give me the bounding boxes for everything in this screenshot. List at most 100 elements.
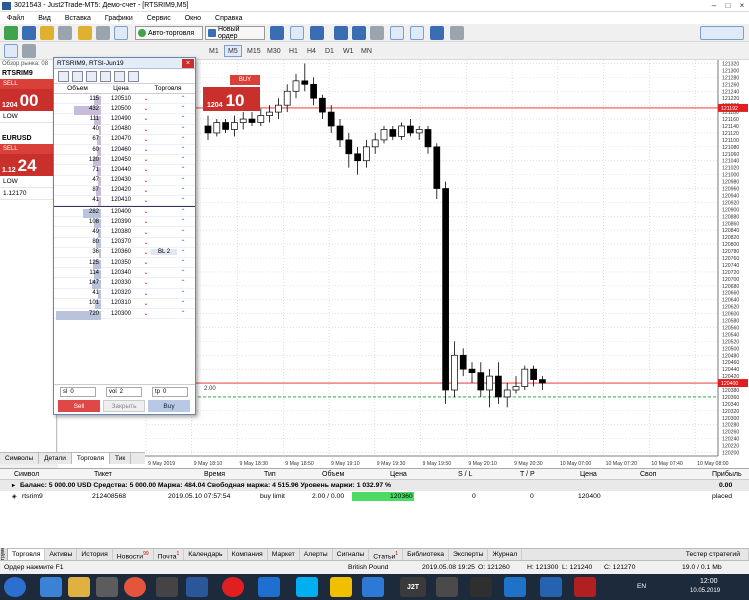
candle-body[interactable] — [380, 129, 388, 141]
terminal-tab[interactable]: Почта1 — [154, 549, 185, 560]
timeframe-w1[interactable]: W1 — [340, 45, 357, 57]
bar-chart-icon[interactable] — [270, 26, 284, 40]
windows-icon[interactable] — [258, 577, 280, 597]
bid-row[interactable]: 147 120330 ⌄ ⌃ — [54, 278, 195, 289]
candle-body[interactable] — [257, 115, 265, 123]
chevron-up-icon[interactable]: ⌃ — [177, 208, 189, 215]
sell-price[interactable]: 1.12 24 — [0, 154, 56, 176]
candle-body[interactable] — [486, 375, 493, 391]
candle-body[interactable] — [345, 139, 353, 155]
candle-body[interactable] — [424, 129, 432, 148]
close-position-button[interactable]: Закрыть — [103, 400, 145, 412]
chevron-down-icon[interactable]: ⌄ — [141, 95, 151, 102]
templates-icon[interactable] — [450, 26, 464, 40]
new-chart-icon[interactable] — [4, 26, 18, 40]
chevron-up-icon[interactable]: ⌃ — [177, 279, 189, 286]
chevron-down-icon[interactable]: ⌄ — [141, 197, 151, 204]
bid-row[interactable]: 36 120360 ⌄ BL 2 ⌃ — [54, 248, 195, 259]
bid-row[interactable]: 108 120390 ⌄ ⌃ — [54, 217, 195, 228]
start-icon[interactable] — [4, 577, 26, 597]
bid-row[interactable]: 49 120380 ⌄ ⌃ — [54, 227, 195, 239]
app-icon[interactable] — [504, 577, 526, 597]
candle-body[interactable] — [283, 90, 291, 106]
maximize-icon[interactable]: □ — [721, 1, 735, 10]
candle-body[interactable] — [442, 188, 449, 391]
auto-scroll-icon[interactable] — [390, 26, 404, 40]
collapse-icon[interactable]: ▸ — [12, 482, 15, 489]
candle-body[interactable] — [530, 368, 537, 380]
ask-row[interactable]: 41 120410 ⌄ ⌃ — [54, 196, 195, 207]
data-window-icon[interactable] — [78, 26, 92, 40]
chart-shift-icon[interactable] — [410, 26, 424, 40]
terminal-tab[interactable]: Календарь — [184, 549, 228, 560]
chevron-up-icon[interactable]: ⌃ — [177, 146, 189, 153]
chevron-down-icon[interactable]: ⌄ — [141, 310, 151, 317]
chevron-down-icon[interactable]: ⌄ — [141, 290, 151, 297]
symbol-name[interactable]: EURUSD — [0, 133, 56, 144]
tile-windows-icon[interactable] — [370, 26, 384, 40]
chevron-down-icon[interactable]: ⌄ — [141, 156, 151, 163]
ask-row[interactable]: 71 120440 ⌄ ⌃ — [54, 165, 195, 176]
app-icon[interactable] — [156, 577, 178, 597]
order-row[interactable]: ◈ rtsrim9 212408568 2019.05.10 07:57:54 … — [0, 491, 749, 502]
clock-time[interactable]: 12:00 — [700, 578, 718, 585]
tab-details[interactable]: Детали — [39, 453, 72, 464]
line-chart-icon[interactable] — [310, 26, 324, 40]
market-watch-icon[interactable] — [40, 26, 54, 40]
chevron-down-icon[interactable]: ⌄ — [141, 229, 151, 236]
tp-field[interactable]: tp 0 — [152, 387, 188, 397]
candle-body[interactable] — [327, 111, 335, 127]
candle-body[interactable] — [398, 125, 405, 137]
chevron-down-icon[interactable]: ⌄ — [141, 187, 151, 194]
chevron-up-icon[interactable]: ⌃ — [177, 105, 189, 112]
close-icon[interactable]: × — [735, 1, 749, 10]
candle-body[interactable] — [319, 97, 326, 113]
chevron-up-icon[interactable]: ⌃ — [177, 187, 189, 194]
candle-body[interactable] — [292, 80, 300, 92]
candle-body[interactable] — [521, 368, 529, 387]
chevron-up-icon[interactable]: ⌃ — [177, 126, 189, 133]
chevron-up-icon[interactable]: ⌃ — [177, 269, 189, 276]
terminal-tab[interactable]: Сигналы — [333, 549, 370, 560]
chevron-down-icon[interactable]: ⌄ — [141, 259, 151, 266]
bid-row[interactable]: 125 120350 ⌄ ⌃ — [54, 258, 195, 269]
sell-icon[interactable] — [72, 70, 83, 82]
menu-item-window[interactable]: Окно — [178, 15, 208, 22]
timeframe-m15[interactable]: M15 — [244, 45, 264, 57]
cancel-orders-icon[interactable] — [100, 70, 111, 82]
timeframe-h1[interactable]: H1 — [286, 45, 301, 57]
terminal-tab[interactable]: Алерты — [300, 549, 333, 560]
candlestick-icon[interactable] — [290, 26, 304, 40]
tab-ticks[interactable]: Тик — [110, 453, 132, 464]
candle-body[interactable] — [407, 125, 414, 134]
new-order-button[interactable]: Новый ордер — [205, 26, 265, 40]
chevron-down-icon[interactable]: ⌄ — [141, 218, 151, 225]
app-icon[interactable] — [470, 577, 492, 597]
sell-button[interactable]: SELL — [0, 144, 56, 154]
menu-item-help[interactable]: Справка — [208, 15, 249, 22]
terminal-tab[interactable]: Маркет — [268, 549, 300, 560]
symbol-name[interactable]: RTSRIM9 — [0, 68, 56, 79]
ask-row[interactable]: 111 120490 ⌄ ⌃ — [54, 114, 195, 125]
order-sl[interactable]: 0 — [472, 493, 476, 500]
dom-title-bar[interactable]: RTSRIM9, RTSI-Jun19 × — [54, 58, 195, 69]
chevron-up-icon[interactable]: ⌃ — [177, 156, 189, 163]
zoom-out-icon[interactable] — [352, 26, 366, 40]
chevron-up-icon[interactable]: ⌃ — [177, 166, 189, 173]
ask-row[interactable]: 47 120430 ⌄ ⌃ — [54, 176, 195, 187]
chevron-down-icon[interactable]: ⌄ — [141, 279, 151, 286]
ask-row[interactable]: 60 120460 ⌄ ⌃ — [54, 145, 195, 156]
j2t-icon[interactable]: J2T — [400, 577, 426, 597]
candle-body[interactable] — [275, 104, 282, 113]
ask-row[interactable]: 115 120510 ⌄ ⌃ — [54, 94, 195, 105]
candle-body[interactable] — [503, 389, 511, 398]
menu-item-tools[interactable]: Сервис — [140, 15, 178, 22]
menu-item-charts[interactable]: Графики — [98, 15, 140, 22]
menu-item-view[interactable]: Вид — [31, 15, 58, 22]
chevron-up-icon[interactable]: ⌃ — [177, 310, 189, 317]
ie-icon[interactable] — [186, 577, 208, 597]
ask-row[interactable]: 120 120450 ⌄ ⌃ — [54, 155, 195, 166]
terminal-tab[interactable]: Эксперты — [449, 549, 489, 560]
strategy-tester-icon[interactable] — [114, 26, 128, 40]
chevron-down-icon[interactable]: ⌄ — [141, 269, 151, 276]
